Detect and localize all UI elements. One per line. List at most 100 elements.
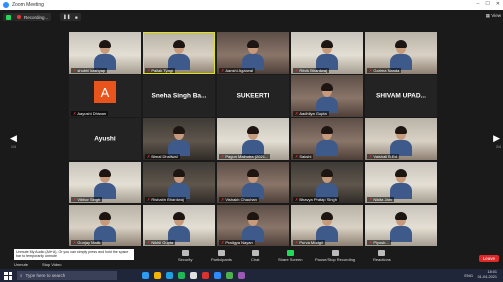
stop-video-button[interactable]: Stop Video [42, 262, 62, 267]
participant-tile[interactable]: Sneha Singh Ba... [143, 75, 215, 117]
taskbar-app-icon[interactable] [142, 272, 149, 279]
next-page-button[interactable]: ▶ [493, 133, 500, 144]
share-screen-icon [286, 250, 294, 256]
participant-tile[interactable]: SUKEERTI [217, 75, 289, 117]
participant-video [93, 39, 117, 70]
muted-mic-icon: ✗ [369, 240, 373, 246]
pause-stop-recording-button[interactable]: Pause/Stop Recording [315, 250, 355, 262]
participant-tile[interactable]: A ✗ Aayushi Dhiwan [69, 75, 141, 117]
recording-indicator[interactable]: Recording... [14, 13, 52, 21]
taskbar-app-icon[interactable] [190, 272, 197, 279]
muted-mic-icon: ✗ [295, 67, 299, 73]
participant-tile[interactable]: ✗ Vibhor Singh [69, 161, 141, 204]
participant-tile[interactable]: ✗ Piyush... [365, 204, 437, 247]
participant-name-label: ✗ Vibhor Singh [71, 197, 103, 203]
search-placeholder: Type here to search [25, 273, 66, 278]
participant-tile[interactable]: ✗ shubhi kashyap [69, 32, 141, 74]
muted-mic-icon: ✗ [147, 153, 151, 159]
participant-video [241, 39, 265, 70]
participant-video [315, 39, 339, 70]
participant-tile[interactable]: ✗ Pagun Malhotra (2021... [217, 118, 289, 160]
participant-name: Nikita Jain [373, 197, 392, 203]
chat-icon [251, 250, 259, 256]
participant-tile[interactable]: ✗ Pratigya Nayan [217, 204, 289, 247]
shield-icon [6, 14, 11, 20]
taskbar-app-icon[interactable] [178, 272, 185, 279]
participant-name-label: ✗ Pratigya Nayan [219, 240, 255, 246]
language-indicator[interactable]: ENG [464, 273, 473, 278]
participant-tile[interactable]: ✗ Purva Mudgil [291, 204, 363, 247]
participant-tile[interactable]: ✗ Nikhil Gupta [143, 204, 215, 247]
participant-tile[interactable]: ✗ Pallak Tyagi [143, 32, 215, 74]
participant-name: Rishabh Bhardwaj [151, 197, 184, 203]
windows-start-icon[interactable] [4, 271, 12, 280]
participant-tile[interactable]: ✗ Vaishali B.Ed [365, 118, 437, 160]
chat-button[interactable]: Chat [251, 250, 259, 262]
muted-mic-icon: ✗ [369, 197, 373, 203]
participant-tile[interactable]: ✗ Ritvik Bhardwaj [291, 32, 363, 74]
share-screen-button[interactable]: Share Screen [278, 250, 302, 262]
participant-tile[interactable]: ✗ Aadhilya Gupta [291, 75, 363, 117]
participant-tile[interactable]: ✗ Bimal Dhaliwal [143, 118, 215, 160]
participant-name-label: ✗ Aayushi Dhiwan [71, 110, 109, 116]
participant-tile[interactable]: ✗ Garima Nanda [365, 32, 437, 74]
participant-name: shubhi kashyap [77, 67, 106, 73]
muted-mic-icon: ✗ [147, 240, 151, 246]
participant-tile[interactable]: ✗ Rishabh Bhardwaj [143, 161, 215, 204]
taskbar-app-icon[interactable] [166, 272, 173, 279]
participant-tile[interactable]: SHIVAM UPAD... [365, 75, 437, 117]
participant-tile[interactable]: ✗ Nikita Jain [365, 161, 437, 204]
muted-mic-icon: ✗ [221, 197, 225, 203]
participant-name: Aayushi Dhiwan [77, 110, 107, 116]
view-button[interactable]: ▦ View [486, 13, 501, 19]
clock-date: 01-04-2021 [477, 275, 497, 279]
participant-name: Purva Mudgil [299, 240, 323, 246]
unmute-button[interactable]: Unmute [14, 262, 28, 267]
participant-name-label: ✗ Vishakh Chauhan [219, 197, 259, 203]
windows-taskbar: ⌕ Type here to search [0, 269, 503, 282]
participant-tile[interactable]: Ayushi [69, 118, 141, 160]
reactions-icon [378, 250, 386, 256]
audio-video-controls: Unmute Stop Video [14, 262, 62, 267]
system-clock[interactable]: 18:01 01-04-2021 [478, 270, 497, 280]
search-icon: ⌕ [20, 273, 23, 278]
participant-tile[interactable]: ✗ Sakshi [291, 118, 363, 160]
leave-button[interactable]: Leave [478, 255, 499, 262]
taskbar-app-icon[interactable] [202, 272, 209, 279]
muted-mic-icon: ✗ [295, 110, 299, 116]
participant-tile[interactable]: ✗ Gunjay Malik [69, 204, 141, 247]
participant-name: Sakshi [299, 153, 312, 159]
minimize-icon[interactable]: – [477, 1, 480, 7]
participant-video [167, 212, 191, 243]
maximize-icon[interactable]: ☐ [485, 1, 489, 7]
previous-page-button[interactable]: ◀ [10, 133, 17, 144]
participant-name: Vaishali B.Ed [373, 153, 397, 159]
participant-video [167, 39, 191, 70]
participant-video [315, 212, 339, 243]
participant-name: Aanshi Agarwal [225, 67, 253, 73]
security-button[interactable]: Security [178, 250, 192, 262]
participant-tile[interactable]: ✗ Vishakh Chauhan [217, 161, 289, 204]
view-label: View [491, 13, 501, 18]
taskbar-app-icon[interactable] [226, 272, 233, 279]
participants-button[interactable]: Participants [211, 250, 232, 262]
window-title: Zoom Meeting [12, 2, 44, 8]
participant-tile[interactable]: ✗ Aanshi Agarwal [217, 32, 289, 74]
stop-recording-button[interactable]: ■ [72, 13, 81, 21]
participant-tile[interactable]: ✗ Bhavya Pratap Singh [291, 161, 363, 204]
reactions-button[interactable]: Reactions [373, 250, 391, 262]
participant-display-name: SHIVAM UPAD... [376, 92, 426, 100]
participant-name: Gunjay Malik [77, 240, 101, 246]
participant-name: Ritvik Bhardwaj [299, 67, 327, 73]
security-shield[interactable] [3, 13, 14, 21]
close-icon[interactable]: ✕ [496, 1, 500, 7]
taskbar-app-icon[interactable] [238, 272, 245, 279]
participants-icon [217, 250, 225, 256]
taskbar-app-icon[interactable] [154, 272, 161, 279]
participant-name-label: ✗ Sakshi [293, 153, 314, 159]
grid-view-icon: ▦ [485, 13, 491, 18]
page-number-left: 1/4 [11, 145, 16, 149]
taskbar-app-icon[interactable] [214, 272, 221, 279]
recording-icon [331, 250, 339, 256]
taskbar-search-input[interactable]: ⌕ Type here to search [17, 271, 117, 280]
